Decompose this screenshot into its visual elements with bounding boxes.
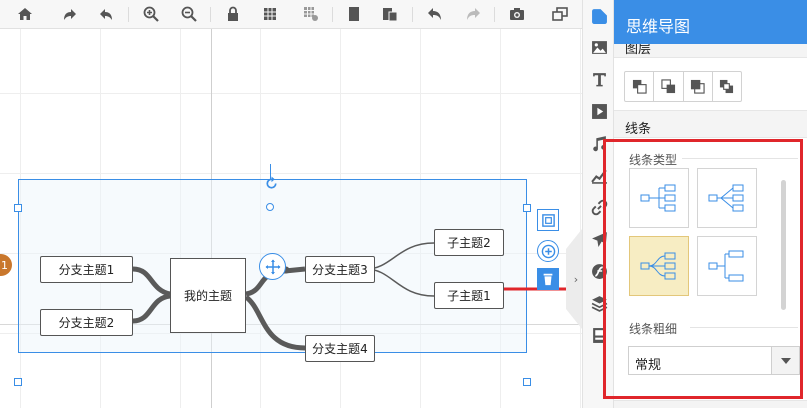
send-to-back-icon[interactable] <box>654 72 684 101</box>
line-width-label: 线条粗细 <box>629 322 678 336</box>
line-width-divider <box>690 327 798 328</box>
layer-section-label: 图层 <box>625 44 652 57</box>
add-topic-icon[interactable] <box>537 240 559 262</box>
style-scrollbar[interactable] <box>781 180 786 310</box>
video-icon[interactable] <box>588 100 610 122</box>
panel-header: 思维导图 <box>614 0 807 44</box>
line-width-select[interactable]: 常规 <box>628 346 800 375</box>
chevron-right-icon: › <box>573 272 579 286</box>
delete-icon[interactable] <box>537 268 559 290</box>
move-handle-icon[interactable] <box>259 253 286 280</box>
line-style-option-4[interactable] <box>697 236 757 296</box>
central-topic-node[interactable]: 我的主题 <box>170 258 246 333</box>
bring-to-front-icon[interactable] <box>625 72 655 101</box>
line-style-option-2[interactable] <box>697 168 757 228</box>
text-icon[interactable] <box>588 68 610 90</box>
line-section-label: 线条 <box>625 122 652 137</box>
line-width-value: 常规 <box>635 358 662 373</box>
line-type-label: 线条类型 <box>629 153 678 167</box>
line-style-option-1[interactable] <box>629 168 689 228</box>
replace-shape-icon[interactable] <box>537 209 559 231</box>
chevron-down-icon[interactable] <box>771 347 799 374</box>
line-style-option-3[interactable] <box>629 236 689 296</box>
send-backward-icon[interactable] <box>713 72 741 101</box>
child-node-2[interactable]: 子主题2 <box>434 229 504 256</box>
branch-node-2[interactable]: 分支主题2 <box>40 309 133 336</box>
line-section-header: 线条 <box>614 110 807 138</box>
mindmap-icon[interactable] <box>588 5 610 27</box>
layer-order-group <box>624 71 742 102</box>
bring-forward-icon[interactable] <box>684 72 713 101</box>
image-icon[interactable] <box>588 36 610 58</box>
child-node-1[interactable]: 子主题1 <box>434 282 504 309</box>
branch-node-3[interactable]: 分支主题3 <box>305 256 375 283</box>
line-type-divider <box>682 158 798 159</box>
branch-node-1[interactable]: 分支主题1 <box>40 256 133 283</box>
panel-title: 思维导图 <box>626 17 691 36</box>
layer-section-header: 图层 <box>614 44 807 58</box>
panel-footer <box>614 400 807 408</box>
branch-node-4[interactable]: 分支主题4 <box>305 335 375 362</box>
